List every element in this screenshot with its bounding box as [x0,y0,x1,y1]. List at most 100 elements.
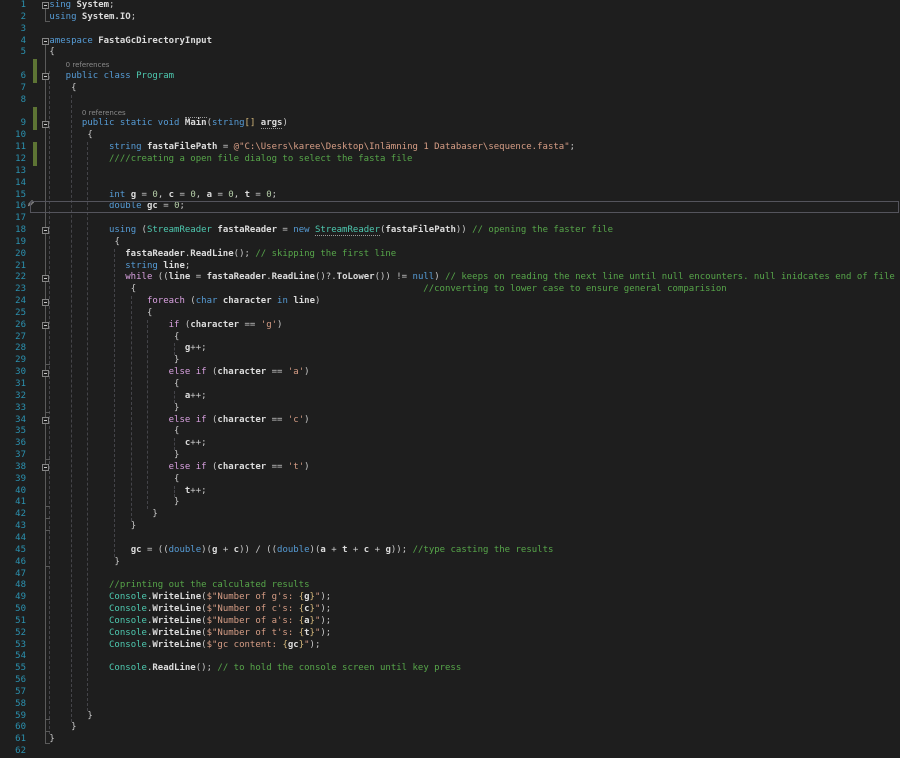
code-line[interactable]: 45 gc = ((double)(g + c)) / ((double)(a +… [0,545,900,557]
code-line[interactable]: 30 else if (character == 'a') [0,367,900,379]
code-line[interactable]: 37} [0,450,900,462]
code-line[interactable]: 62 [0,746,900,758]
code-line[interactable]: 17 [0,213,900,225]
code-line[interactable]: 2 using System.IO; [0,12,900,24]
line-number[interactable]: 51 [0,616,26,626]
code-line[interactable]: 56 [0,675,900,687]
code-line[interactable]: 12 ////creating a open file dialog to sel… [0,153,900,166]
code-line[interactable]: 27 { [0,332,900,344]
code-line[interactable]: 22 while ((line = fastaReader.ReadLine()?… [0,272,900,284]
line-number[interactable]: 4 [0,36,26,46]
line-number[interactable]: 37 [0,450,26,460]
codelens-references-link[interactable]: 0 references [44,107,126,117]
line-number[interactable]: 18 [0,225,26,235]
code-line[interactable]: 57 [0,687,900,699]
codelens-row[interactable]: 0 references [0,106,900,119]
collapse-region-icon[interactable] [42,369,49,377]
code-line[interactable]: 6 public class Program [0,71,900,83]
code-line[interactable]: 15 int g = 0, c = 0, a = 0, t = 0; [0,190,900,202]
line-number[interactable]: 60 [0,722,26,732]
codelens-row[interactable]: 0 references [0,59,900,72]
line-number[interactable]: 49 [0,592,26,602]
line-number[interactable]: 21 [0,261,26,271]
line-number[interactable]: 43 [0,521,26,531]
code-line[interactable]: 41} [0,497,900,509]
code-line[interactable]: 59} [0,711,900,723]
code-line[interactable]: 26 if (character == 'g') [0,320,900,332]
code-line[interactable]: 1 using System; [0,0,900,12]
collapse-region-icon[interactable] [42,73,49,81]
line-number[interactable]: 23 [0,284,26,294]
collapse-region-icon[interactable] [42,227,49,235]
line-number[interactable]: 30 [0,367,26,377]
line-number[interactable]: 26 [0,320,26,330]
code-line[interactable]: 18 using (StreamReader fastaReader = new … [0,225,900,237]
line-number[interactable]: 31 [0,379,26,389]
line-number[interactable]: 7 [0,83,26,93]
code-line[interactable]: 24 foreach (char character in line) [0,296,900,308]
line-number[interactable]: 8 [0,95,26,105]
line-number[interactable]: 38 [0,462,26,472]
code-line[interactable]: 61} [0,734,900,746]
line-number[interactable]: 16 [0,201,26,211]
line-number[interactable]: 3 [0,24,26,34]
code-line[interactable]: 60} [0,722,900,734]
code-line[interactable]: 29} [0,355,900,367]
line-number[interactable]: 5 [0,47,26,57]
line-number[interactable]: 22 [0,272,26,282]
code-line[interactable]: 31 { [0,379,900,391]
line-number[interactable]: 2 [0,12,26,22]
code-line[interactable]: 36 c++; [0,438,900,450]
line-number[interactable]: 29 [0,355,26,365]
line-number[interactable]: 25 [0,308,26,318]
line-number[interactable]: 54 [0,651,26,661]
code-line[interactable]: 33} [0,403,900,415]
code-line[interactable]: 8 [0,95,900,107]
code-line[interactable]: 9 public static void Main(string[] args) [0,117,900,131]
code-line[interactable]: 46} [0,557,900,569]
code-line[interactable]: 43} [0,521,900,533]
line-number[interactable]: 32 [0,391,26,401]
collapse-region-icon[interactable] [42,322,49,330]
line-number[interactable]: 1 [0,0,26,10]
line-number[interactable]: 20 [0,249,26,259]
code-line[interactable]: 4 namespace FastaGcDirectoryInput [0,36,900,48]
line-number[interactable]: 47 [0,569,26,579]
code-line[interactable]: 58 [0,699,900,711]
collapse-region-icon[interactable] [42,274,49,282]
line-number[interactable]: 53 [0,640,26,650]
line-number[interactable]: 13 [0,166,26,176]
code-line[interactable]: 32 a++; [0,391,900,403]
line-number[interactable]: 11 [0,142,26,152]
line-number[interactable]: 35 [0,426,26,436]
code-line[interactable]: 14 [0,178,900,190]
code-line[interactable]: 10 { [0,130,900,142]
line-number[interactable]: 41 [0,497,26,507]
line-number[interactable]: 61 [0,734,26,744]
line-number[interactable]: 19 [0,237,26,247]
line-number[interactable]: 6 [0,71,26,81]
line-number[interactable]: 39 [0,474,26,484]
line-number[interactable]: 58 [0,699,26,709]
line-number[interactable]: 48 [0,580,26,590]
code-line[interactable]: 13 [0,166,900,178]
line-number[interactable]: 17 [0,213,26,223]
code-line[interactable]: 19 { [0,237,900,249]
code-line[interactable]: 35 { [0,426,900,438]
code-line[interactable]: 47 [0,569,900,581]
line-number[interactable]: 56 [0,675,26,685]
line-number[interactable]: 57 [0,687,26,697]
collapse-region-icon[interactable] [42,298,49,306]
code-line[interactable]: 3 [0,24,900,36]
line-number[interactable]: 44 [0,533,26,543]
code-line[interactable]: 16 ✎ double gc = 0; [0,200,900,213]
code-line[interactable]: 50 Console.WriteLine($"Number of c's: {c}… [0,604,900,616]
code-line[interactable]: 49 Console.WriteLine($"Number of g's: {g}… [0,592,900,604]
line-number[interactable]: 36 [0,438,26,448]
code-line[interactable]: 11 string fastaFilePath = @"C:\Users\kare… [0,142,900,154]
line-number[interactable]: 59 [0,711,26,721]
line-number[interactable]: 15 [0,190,26,200]
code-line[interactable]: 28 g++; [0,343,900,355]
code-line[interactable]: 23 { //converting to lower case to ensure… [0,284,900,296]
line-number[interactable]: 9 [0,118,26,128]
